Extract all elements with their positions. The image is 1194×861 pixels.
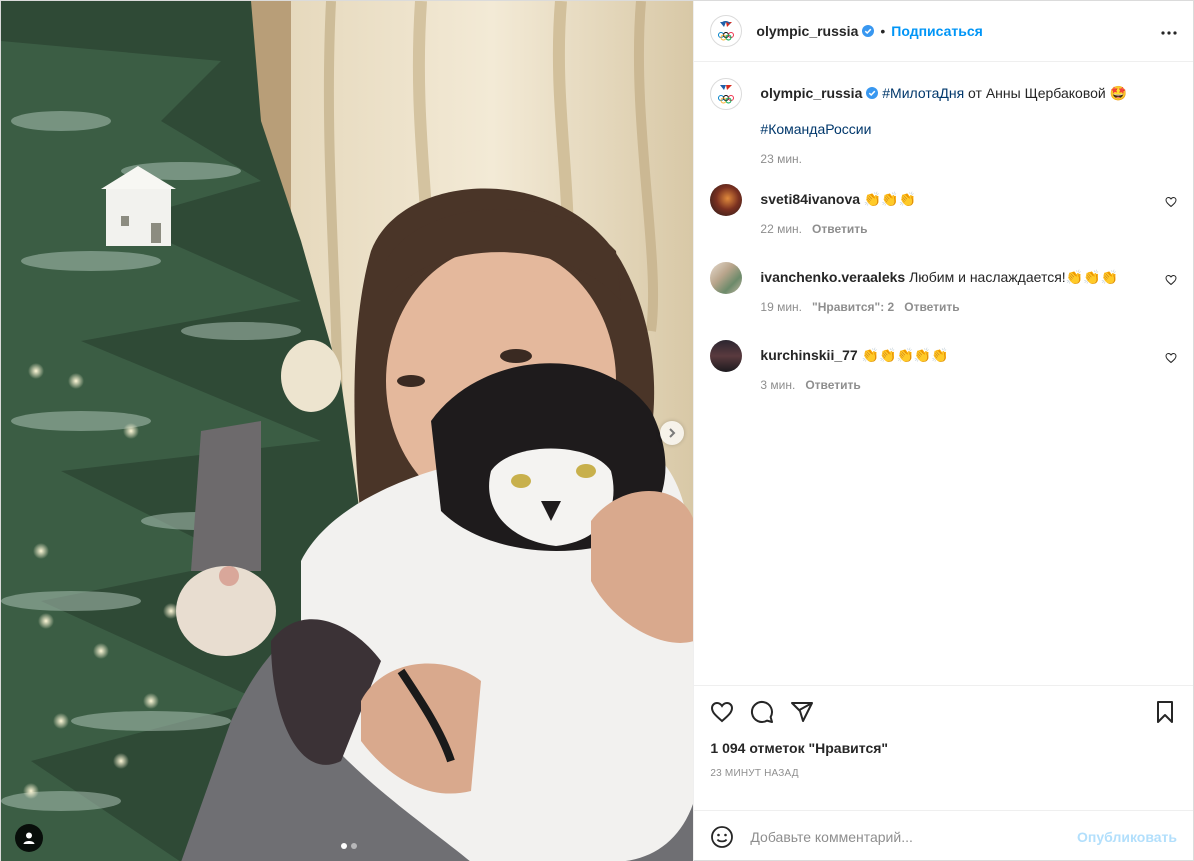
carousel-indicator [341, 843, 357, 849]
caption-time[interactable]: 23 мин. [760, 152, 802, 166]
hashtag-link[interactable]: #МилотаДня [882, 85, 964, 101]
share-paper-plane-icon[interactable] [790, 700, 814, 724]
photo-scene [1, 1, 694, 861]
caption-hashtags: #КомандаРоссии [760, 120, 1177, 138]
comments-list[interactable]: olympic_russia #МилотаДня от Анны Щербак… [694, 62, 1193, 685]
comment-meta: 22 мин. Ответить [760, 222, 1177, 236]
verified-badge-icon [862, 25, 875, 37]
save-bookmark-icon[interactable] [1153, 700, 1177, 724]
comment-body: 👏👏👏👏👏 [857, 347, 949, 363]
caption-text: olympic_russia #МилотаДня от Анны Щербак… [760, 84, 1177, 102]
hashtag-link[interactable]: #КомандаРоссии [760, 121, 871, 137]
reply-button[interactable]: Ответить [805, 378, 860, 392]
comment-input[interactable] [750, 828, 1078, 845]
carousel-next-button[interactable] [660, 421, 684, 445]
comment-body: Любим и наслаждается!👏👏👏 [905, 269, 1118, 285]
comment-time[interactable]: 19 мин. [760, 300, 802, 314]
emoji-picker-icon[interactable] [710, 825, 734, 849]
user-icon [23, 832, 35, 844]
comment-item: kurchinskii_77 👏👏👏👏👏 3 мин. Ответить [710, 340, 1177, 392]
author-username[interactable]: olympic_russia [756, 23, 858, 39]
action-icons [710, 700, 1177, 724]
comment-text: kurchinskii_77 👏👏👏👏👏 [760, 346, 1177, 364]
post-sidebar: olympic_russia • Подписаться olympic_rus… [693, 1, 1193, 861]
like-comment-heart-icon[interactable] [1165, 352, 1177, 364]
comment-avatar[interactable] [710, 262, 743, 294]
post-actions: 1 094 отметок "Нравится" 23 минут назад [694, 685, 1193, 810]
comment-avatar[interactable] [710, 340, 743, 372]
carousel-dot [351, 843, 357, 849]
olympic-logo-icon [718, 85, 735, 104]
follow-button[interactable]: Подписаться [891, 23, 983, 39]
post-photo[interactable] [1, 1, 694, 861]
comment-time[interactable]: 3 мин. [760, 378, 795, 392]
olympic-logo-icon [718, 21, 735, 41]
chevron-right-icon [669, 428, 676, 438]
comment-text: ivanchenko.veraaleks Любим и наслаждаетс… [760, 268, 1177, 286]
comment-avatar[interactable] [710, 184, 743, 216]
post-timestamp[interactable]: 23 минут назад [710, 768, 1177, 779]
reply-button[interactable]: Ответить [904, 300, 959, 314]
author-avatar[interactable] [710, 15, 743, 47]
caption-avatar[interactable] [710, 78, 743, 110]
verified-badge-icon [866, 87, 879, 99]
comment-body: 👏👏👏 [860, 191, 917, 207]
post-caption: olympic_russia #МилотаДня от Анны Щербак… [710, 78, 1177, 166]
post-header: olympic_russia • Подписаться [694, 1, 1193, 62]
post-dialog: olympic_russia • Подписаться olympic_rus… [0, 0, 1194, 861]
comment-meta: 3 мин. Ответить [760, 378, 1177, 392]
comment-time[interactable]: 22 мин. [760, 222, 802, 236]
reply-button[interactable]: Ответить [812, 222, 867, 236]
caption-username[interactable]: olympic_russia [760, 85, 862, 101]
comment-composer: Опубликовать [694, 810, 1193, 861]
caption-meta: 23 мин. [760, 152, 1177, 166]
publish-button[interactable]: Опубликовать [1077, 829, 1177, 845]
tagged-users-button[interactable] [15, 824, 43, 852]
comment-username[interactable]: sveti84ivanova [760, 191, 860, 207]
comment-username[interactable]: ivanchenko.veraaleks [760, 269, 905, 285]
header-separator: • [880, 23, 886, 39]
more-icon [1161, 31, 1177, 35]
comment-item: sveti84ivanova 👏👏👏 22 мин. Ответить [710, 184, 1177, 236]
like-heart-icon[interactable] [710, 700, 734, 724]
comment-bubble-icon[interactable] [750, 700, 774, 724]
likes-count[interactable]: 1 094 отметок "Нравится" [710, 740, 1177, 756]
carousel-dot-active [341, 843, 347, 849]
comment-likes[interactable]: "Нравится": 2 [812, 300, 894, 314]
caption-body: от Анны Щербаковой 🤩 [964, 85, 1128, 101]
like-comment-heart-icon[interactable] [1165, 274, 1177, 286]
more-options-button[interactable] [1161, 22, 1177, 40]
comment-item: ivanchenko.veraaleks Любим и наслаждаетс… [710, 262, 1177, 314]
comment-meta: 19 мин. "Нравится": 2 Ответить [760, 300, 1177, 314]
like-comment-heart-icon[interactable] [1165, 196, 1177, 208]
comment-username[interactable]: kurchinskii_77 [760, 347, 857, 363]
comment-text: sveti84ivanova 👏👏👏 [760, 190, 1177, 208]
